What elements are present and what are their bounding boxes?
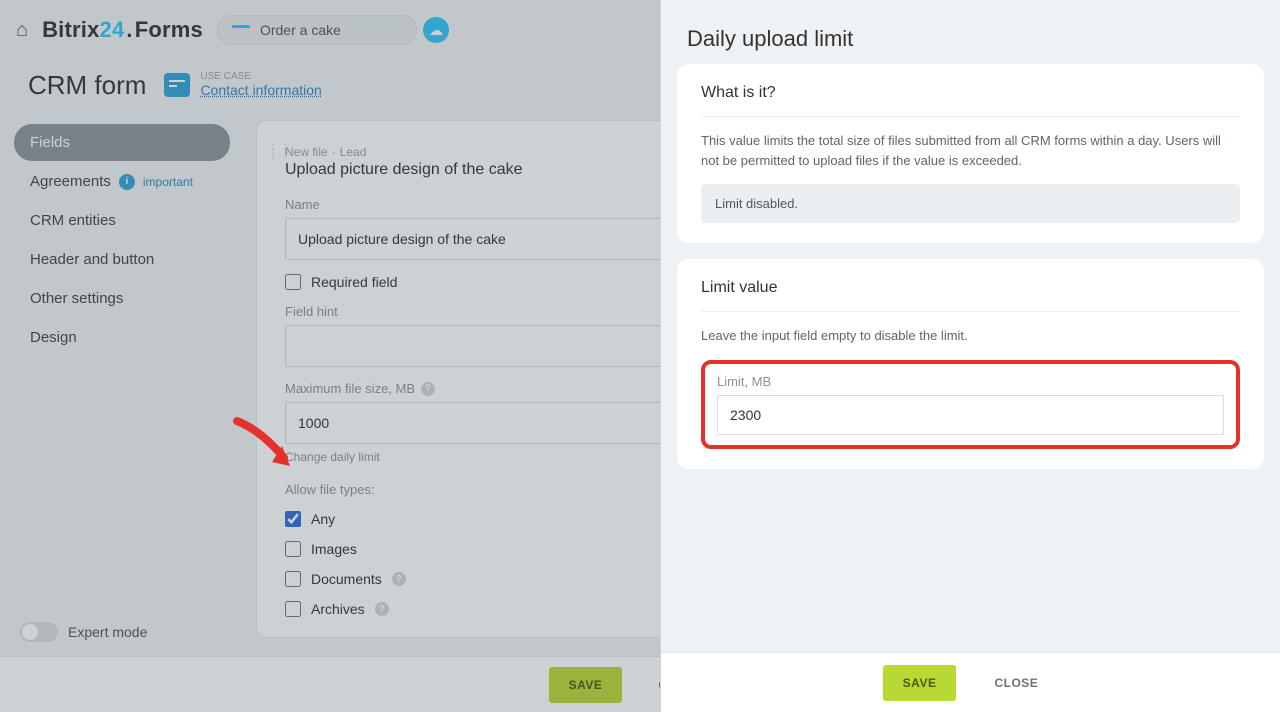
limit-label: Limit, MB xyxy=(717,374,1224,389)
limit-input[interactable] xyxy=(717,395,1224,435)
what-title: What is it? xyxy=(701,84,1240,117)
limit-highlight: Limit, MB xyxy=(701,360,1240,449)
limit-disabled-box: Limit disabled. xyxy=(701,184,1240,223)
limit-card: Limit value Leave the input field empty … xyxy=(677,259,1264,469)
panel-close-button[interactable]: Close xyxy=(974,665,1058,701)
panel-title: Daily upload limit xyxy=(661,0,1280,64)
panel-save-button[interactable]: Save xyxy=(883,665,957,701)
daily-limit-panel: Daily upload limit What is it? This valu… xyxy=(660,0,1280,712)
limit-title: Limit value xyxy=(701,279,1240,312)
panel-footer: Save Close xyxy=(661,652,1280,712)
what-text: This value limits the total size of file… xyxy=(701,131,1240,170)
what-card: What is it? This value limits the total … xyxy=(677,64,1264,243)
limit-hint: Leave the input field empty to disable t… xyxy=(701,326,1240,346)
